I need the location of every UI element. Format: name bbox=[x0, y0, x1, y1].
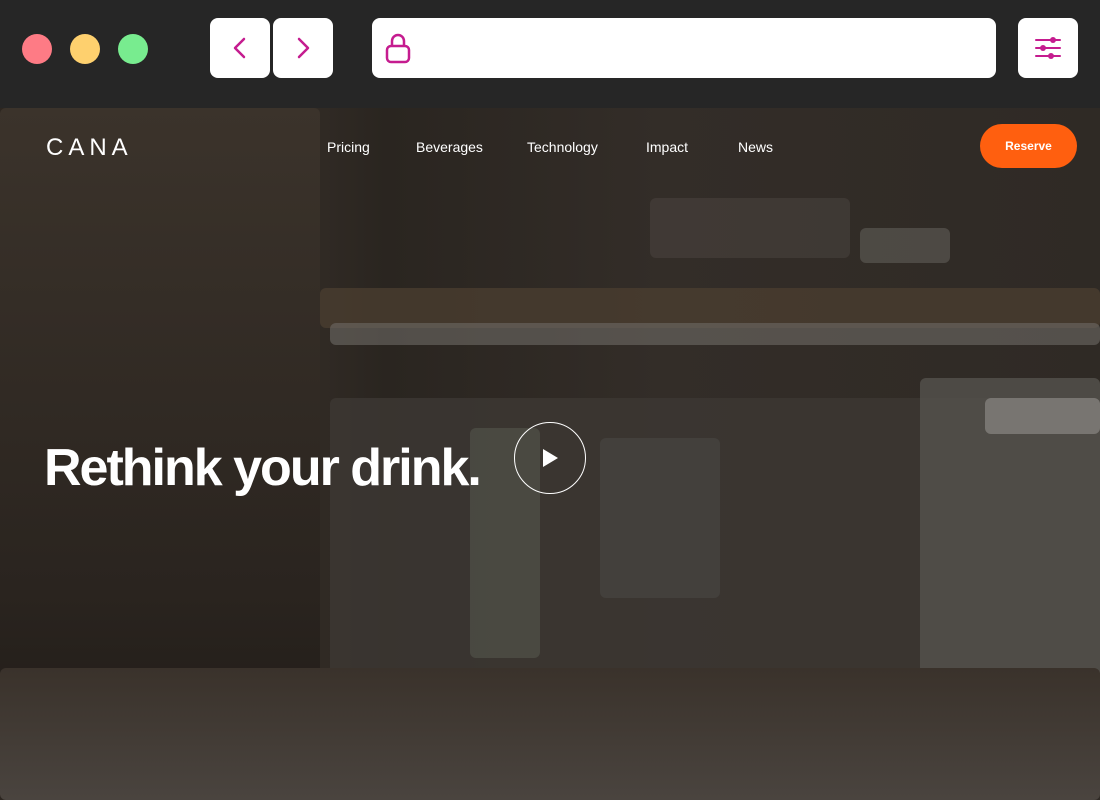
background-shape bbox=[0, 668, 1100, 800]
nav-link-beverages[interactable]: Beverages bbox=[416, 139, 483, 155]
back-button[interactable] bbox=[210, 18, 270, 78]
lock-icon bbox=[385, 33, 411, 64]
forward-button[interactable] bbox=[273, 18, 333, 78]
background-shape bbox=[985, 398, 1100, 434]
hero-headline: Rethink your drink. bbox=[44, 439, 482, 497]
play-icon bbox=[543, 449, 558, 467]
background-shape bbox=[600, 438, 720, 598]
site-header: CANA Pricing Beverages Technology Impact… bbox=[0, 108, 1100, 188]
maximize-window-button[interactable] bbox=[118, 34, 148, 64]
nav-link-news[interactable]: News bbox=[738, 139, 773, 155]
background-shape bbox=[860, 228, 950, 263]
background-shape bbox=[650, 198, 850, 258]
minimize-window-button[interactable] bbox=[70, 34, 100, 64]
close-window-button[interactable] bbox=[22, 34, 52, 64]
chevron-right-icon bbox=[297, 37, 310, 59]
chevron-left-icon bbox=[233, 37, 246, 59]
browser-toolbar bbox=[0, 0, 1100, 108]
address-bar[interactable] bbox=[372, 18, 996, 78]
settings-menu-button[interactable] bbox=[1018, 18, 1078, 78]
reserve-button[interactable]: Reserve bbox=[980, 124, 1077, 168]
sliders-icon bbox=[1035, 37, 1061, 59]
play-video-button[interactable] bbox=[514, 422, 586, 494]
background-shape bbox=[330, 323, 1100, 345]
background-shape bbox=[320, 288, 1100, 328]
nav-link-technology[interactable]: Technology bbox=[527, 139, 598, 155]
site-logo[interactable]: CANA bbox=[46, 134, 133, 162]
nav-link-impact[interactable]: Impact bbox=[646, 139, 688, 155]
nav-link-pricing[interactable]: Pricing bbox=[327, 139, 370, 155]
